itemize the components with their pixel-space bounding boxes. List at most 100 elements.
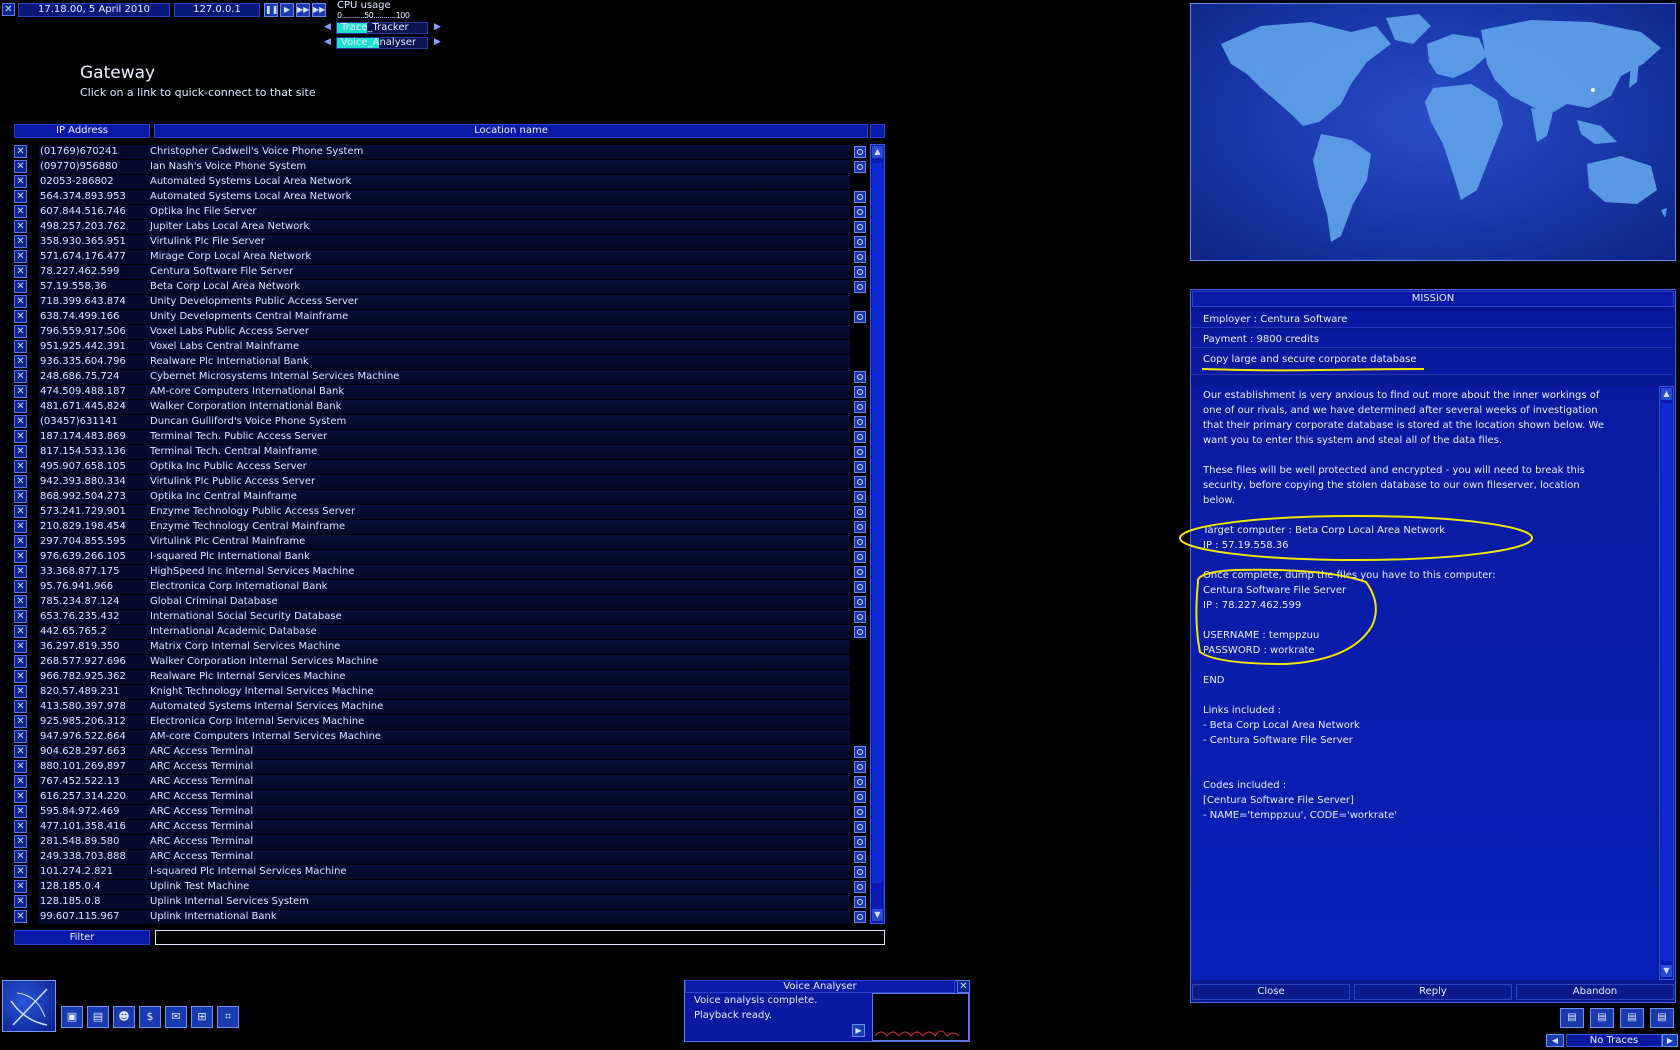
- delete-link-icon[interactable]: ✕: [14, 865, 27, 878]
- gateway-link-row[interactable]: ✕ 248.686.75.724 Cybernet Microsystems Int…: [14, 370, 866, 384]
- gateway-link-row[interactable]: ✕ 442.65.765.2 International Academic Data…: [14, 625, 866, 639]
- column-header-ip[interactable]: IP Address: [14, 124, 150, 138]
- delete-link-icon[interactable]: ✕: [14, 640, 27, 653]
- scroll-down-icon[interactable]: ▼: [872, 909, 883, 921]
- mission-close-button[interactable]: Close: [1192, 984, 1350, 1000]
- link-info-icon[interactable]: [854, 461, 866, 473]
- link-info-icon[interactable]: [854, 896, 866, 908]
- gateway-link-row[interactable]: ✕ 868.992.504.273 Optika Inc Central Mainf…: [14, 490, 866, 504]
- link-info-icon[interactable]: [854, 386, 866, 398]
- delete-link-icon[interactable]: ✕: [14, 145, 27, 158]
- gateway-link-row[interactable]: ✕ 947.976.522.664 AM-core Computers Intern…: [14, 730, 852, 744]
- gateway-link-row[interactable]: ✕ 02053-286802 Automated Systems Local Are…: [14, 175, 852, 189]
- notes-icon[interactable]: ▤: [1650, 1008, 1674, 1028]
- link-location-name[interactable]: Uplink Internal Services System: [146, 895, 850, 909]
- link-location-name[interactable]: Optika Inc Central Mainframe: [146, 490, 850, 504]
- delete-link-icon[interactable]: ✕: [14, 745, 27, 758]
- link-location-name[interactable]: Virtulink Plc File Server: [146, 235, 850, 249]
- gateway-link-row[interactable]: ✕ 99.607.115.967 Uplink International Bank: [14, 910, 866, 924]
- delete-link-icon[interactable]: ✕: [14, 175, 27, 188]
- trace-right-arrow-icon[interactable]: ▶: [1662, 1034, 1678, 1047]
- link-location-name[interactable]: Virtulink Plc Public Access Server: [146, 475, 850, 489]
- link-location-name[interactable]: Realware Plc International Bank: [146, 355, 850, 369]
- mission-abandon-button[interactable]: Abandon: [1516, 984, 1674, 1000]
- gateway-link-row[interactable]: ✕ 976.639.266.105 I-squared Plc Internatio…: [14, 550, 866, 564]
- link-info-icon[interactable]: [854, 536, 866, 548]
- gateway-link-row[interactable]: ✕ 187.174.483.869 Terminal Tech. Public Ac…: [14, 430, 866, 444]
- gateway-link-row[interactable]: ✕ 796.559.917.506 Voxel Labs Public Access…: [14, 325, 852, 339]
- link-info-icon[interactable]: [854, 161, 866, 173]
- scroll-thumb[interactable]: [872, 163, 883, 883]
- link-location-name[interactable]: Knight Technology Internal Services Mach…: [146, 685, 850, 699]
- gateway-link-row[interactable]: ✕ 268.577.927.696 Walker Corporation Inter…: [14, 655, 852, 669]
- link-info-icon[interactable]: [854, 146, 866, 158]
- link-location-name[interactable]: Jupiter Labs Local Area Network: [146, 220, 850, 234]
- delete-link-icon[interactable]: ✕: [14, 715, 27, 728]
- delete-link-icon[interactable]: ✕: [14, 325, 27, 338]
- link-location-name[interactable]: Optika Inc Public Access Server: [146, 460, 850, 474]
- link-location-name[interactable]: Realware Plc Internal Services Machine: [146, 670, 850, 684]
- mission-scrollbar[interactable]: ▲ ▼: [1659, 386, 1674, 980]
- delete-link-icon[interactable]: ✕: [14, 250, 27, 263]
- gateway-link-row[interactable]: ✕ 718.399.643.874 Unity Developments Publi…: [14, 295, 852, 309]
- link-location-name[interactable]: Christopher Cadwell's Voice Phone System: [146, 145, 850, 159]
- delete-link-icon[interactable]: ✕: [14, 190, 27, 203]
- delete-link-icon[interactable]: ✕: [14, 265, 27, 278]
- gateway-link-row[interactable]: ✕ (01769)670241 Christopher Cadwell's Voic…: [14, 145, 866, 159]
- link-location-name[interactable]: Beta Corp Local Area Network: [146, 280, 850, 294]
- email-icon[interactable]: ✉: [165, 1006, 187, 1028]
- scroll-down-icon[interactable]: ▼: [1661, 965, 1672, 977]
- delete-link-icon[interactable]: ✕: [14, 505, 27, 518]
- gateway-link-row[interactable]: ✕ 297.704.855.595 Virtulink Plc Central Ma…: [14, 535, 866, 549]
- delete-link-icon[interactable]: ✕: [14, 790, 27, 803]
- link-location-name[interactable]: Uplink International Bank: [146, 910, 850, 924]
- gateway-link-row[interactable]: ✕ 358.930.365.951 Virtulink Plc File Serve…: [14, 235, 866, 249]
- delete-link-icon[interactable]: ✕: [14, 520, 27, 533]
- link-info-icon[interactable]: [854, 266, 866, 278]
- link-location-name[interactable]: Uplink Test Machine: [146, 880, 850, 894]
- link-location-name[interactable]: Mirage Corp Local Area Network: [146, 250, 850, 264]
- delete-link-icon[interactable]: ✕: [14, 820, 27, 833]
- link-info-icon[interactable]: [854, 881, 866, 893]
- gateway-link-row[interactable]: ✕ 573.241.729.901 Enzyme Technology Public…: [14, 505, 866, 519]
- link-location-name[interactable]: HighSpeed Inc Internal Services Machine: [146, 565, 850, 579]
- delete-link-icon[interactable]: ✕: [14, 310, 27, 323]
- status-person-icon[interactable]: ☻: [113, 1006, 135, 1028]
- link-info-icon[interactable]: [854, 491, 866, 503]
- link-info-icon[interactable]: [854, 821, 866, 833]
- task-left-arrow-icon[interactable]: ◀: [324, 36, 331, 48]
- gateway-link-row[interactable]: ✕ 595.84.972.469 ARC Access Terminal: [14, 805, 866, 819]
- link-info-icon[interactable]: [854, 521, 866, 533]
- play-button[interactable]: ▶: [280, 3, 294, 17]
- gateway-link-row[interactable]: ✕ 128.185.0.8 Uplink Internal Services Sys…: [14, 895, 866, 909]
- gateway-link-row[interactable]: ✕ 495.907.658.105 Optika Inc Public Access…: [14, 460, 866, 474]
- gateway-link-row[interactable]: ✕ (09770)956880 Ian Nash's Voice Phone Sys…: [14, 160, 866, 174]
- link-info-icon[interactable]: [854, 776, 866, 788]
- gateway-link-row[interactable]: ✕ 413.580.397.978 Automated Systems Intern…: [14, 700, 852, 714]
- link-info-icon[interactable]: [854, 746, 866, 758]
- link-location-name[interactable]: Voxel Labs Central Mainframe: [146, 340, 850, 354]
- gateway-link-row[interactable]: ✕ 607.844.516.746 Optika Inc File Server: [14, 205, 866, 219]
- gateway-link-row[interactable]: ✕ 210.829.198.454 Enzyme Technology Centra…: [14, 520, 866, 534]
- link-location-name[interactable]: International Social Security Database: [146, 610, 850, 624]
- link-info-icon[interactable]: [854, 911, 866, 923]
- gateway-link-row[interactable]: ✕ (03457)631141 Duncan Gulliford's Voice P…: [14, 415, 866, 429]
- link-location-name[interactable]: Walker Corporation International Bank: [146, 400, 850, 414]
- gateway-link-row[interactable]: ✕ 820.57.489.231 Knight Technology Interna…: [14, 685, 852, 699]
- delete-link-icon[interactable]: ✕: [14, 535, 27, 548]
- gateway-link-row[interactable]: ✕ 477.101.358.416 ARC Access Terminal: [14, 820, 866, 834]
- link-info-icon[interactable]: [854, 791, 866, 803]
- link-location-name[interactable]: ARC Access Terminal: [146, 805, 850, 819]
- delete-link-icon[interactable]: ✕: [14, 355, 27, 368]
- link-location-name[interactable]: ARC Access Terminal: [146, 850, 850, 864]
- mission-list-icon[interactable]: ▤: [1590, 1008, 1614, 1028]
- delete-link-icon[interactable]: ✕: [14, 565, 27, 578]
- delete-link-icon[interactable]: ✕: [14, 880, 27, 893]
- link-info-icon[interactable]: [854, 581, 866, 593]
- column-header-location[interactable]: Location name: [154, 124, 868, 138]
- link-info-icon[interactable]: [854, 371, 866, 383]
- link-info-icon[interactable]: [854, 596, 866, 608]
- link-location-name[interactable]: Optika Inc File Server: [146, 205, 850, 219]
- hardware-icon[interactable]: ▣: [61, 1006, 83, 1028]
- delete-link-icon[interactable]: ✕: [14, 460, 27, 473]
